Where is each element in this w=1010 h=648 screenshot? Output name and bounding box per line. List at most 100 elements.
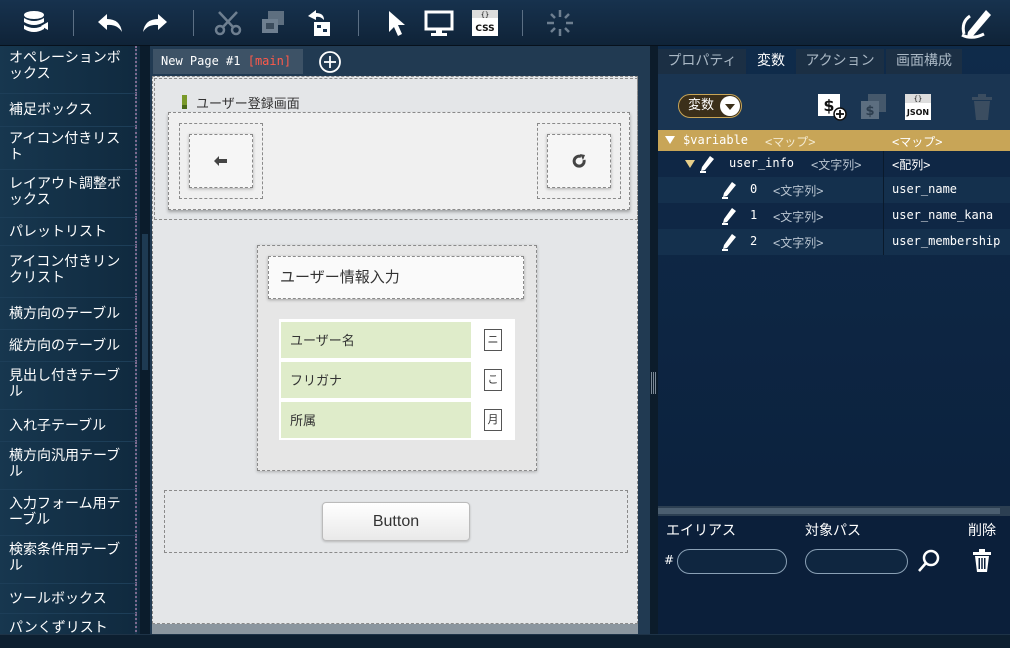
- main-toolbar: {} CSS: [0, 0, 1010, 46]
- form-region[interactable]: ユーザー情報入力 ユーザー名 ニ フリガナ こ 所属 月: [257, 245, 537, 471]
- design-canvas: New Page #1 [main] ユーザー登録画面 ユーザー情報入力 ユーザ…: [150, 46, 650, 634]
- palette-scrollbar[interactable]: [140, 46, 150, 634]
- palette-scrollbar-thumb[interactable]: [142, 234, 148, 370]
- form-input-field[interactable]: 月: [484, 409, 502, 431]
- tree-child-name: user_info: [729, 156, 795, 170]
- edit-pen-icon[interactable]: [958, 4, 994, 40]
- palette-item[interactable]: 補足ボックス: [0, 94, 137, 127]
- palette-item[interactable]: ツールボックス: [0, 584, 137, 614]
- alias-input[interactable]: [677, 549, 787, 574]
- toolbar-separator: [73, 10, 74, 36]
- splitter-grip[interactable]: [651, 372, 657, 394]
- spinner-icon[interactable]: [544, 8, 576, 38]
- toolbar-separator: [358, 10, 359, 36]
- tree-item-index: 1: [750, 208, 758, 222]
- expand-triangle-icon[interactable]: [665, 136, 675, 144]
- tab-actions[interactable]: アクション: [796, 49, 884, 74]
- panel-splitter[interactable]: [650, 46, 658, 634]
- select-arrow-icon[interactable]: [380, 8, 412, 38]
- monitor-icon[interactable]: [423, 8, 455, 38]
- variable-type-dropdown[interactable]: 変数: [678, 94, 742, 118]
- palette-item[interactable]: パンくずリスト: [0, 614, 137, 634]
- tree-item-type: <文字列>: [773, 184, 824, 198]
- reload-icon: [572, 154, 586, 168]
- json-icon[interactable]: {} JSON: [903, 92, 935, 122]
- css-icon-label: CSS: [475, 24, 494, 34]
- page-title: ユーザー登録画面: [196, 97, 300, 112]
- path-input[interactable]: [805, 549, 908, 574]
- reload-button-container: [537, 123, 621, 199]
- chevron-down-icon: [720, 96, 740, 116]
- input-form-table: ユーザー名 ニ フリガナ こ 所属 月: [279, 319, 515, 440]
- css-icon[interactable]: {} CSS: [469, 8, 501, 38]
- tree-row-root[interactable]: $variable <マップ> <マップ>: [658, 130, 1010, 151]
- palette-item[interactable]: アイコン付きリスト: [0, 127, 137, 170]
- button-region[interactable]: Button: [164, 490, 628, 553]
- tree-scrollbar-thumb[interactable]: [658, 508, 1000, 514]
- palette-item[interactable]: 見出し付きテーブル: [0, 362, 137, 410]
- variable-type-dropdown-label: 変数: [688, 98, 715, 113]
- palette-list: オペレーションボックス 補足ボックス アイコン付きリスト レイアウト調整ボックス…: [0, 46, 137, 634]
- tree-column-divider: [883, 151, 884, 255]
- tree-horizontal-scrollbar[interactable]: [658, 506, 1010, 516]
- preview-button[interactable]: Button: [322, 502, 470, 541]
- tree-item-value: user_name: [892, 182, 958, 196]
- reload-button[interactable]: [547, 134, 611, 188]
- palette-item[interactable]: 入れ子テーブル: [0, 410, 137, 442]
- delete-column-header: 削除: [968, 523, 996, 539]
- add-page-icon[interactable]: [318, 50, 342, 74]
- palette-item[interactable]: 横方向汎用テーブル: [0, 442, 137, 490]
- tree-item-type: <文字列>: [773, 236, 824, 250]
- nav-bar[interactable]: [168, 112, 630, 210]
- palette-item[interactable]: レイアウト調整ボックス: [0, 170, 137, 218]
- tree-root-value: <マップ>: [892, 135, 943, 149]
- toolbar-separator: [522, 10, 523, 36]
- tab-properties[interactable]: プロパティ: [658, 49, 746, 74]
- database-icon[interactable]: [20, 8, 52, 38]
- variable-toolbar: 変数 $ $ {} JSON: [658, 74, 1010, 130]
- tab-variables[interactable]: 変数: [748, 49, 794, 74]
- component-palette: オペレーションボックス 補足ボックス アイコン付きリスト レイアウト調整ボックス…: [0, 46, 150, 634]
- back-button[interactable]: [189, 134, 253, 188]
- palette-item[interactable]: 入力フォーム用テーブル: [0, 490, 137, 536]
- tree-item-type: <文字列>: [773, 210, 824, 224]
- palette-item[interactable]: オペレーションボックス: [0, 46, 137, 94]
- tree-row[interactable]: 0 <文字列> user_name: [658, 177, 1010, 203]
- search-icon[interactable]: [917, 549, 941, 573]
- tree-row[interactable]: 1 <文字列> user_name_kana: [658, 203, 1010, 229]
- copy-icon[interactable]: [257, 8, 289, 38]
- cut-icon[interactable]: [212, 8, 244, 38]
- status-bar: [0, 634, 1010, 648]
- form-title: ユーザー情報入力: [268, 256, 524, 299]
- page-tab-label: New Page #1: [161, 54, 241, 68]
- header-region[interactable]: ユーザー登録画面: [154, 78, 638, 220]
- add-variable-icon[interactable]: $: [816, 92, 848, 122]
- undo-icon[interactable]: [94, 8, 126, 38]
- redo-icon[interactable]: [139, 8, 171, 38]
- paste-icon[interactable]: [303, 8, 335, 38]
- pen-icon: [700, 155, 716, 176]
- form-input-field[interactable]: こ: [484, 369, 502, 391]
- trash-icon[interactable]: [968, 92, 1000, 122]
- path-column-header: 対象パス: [805, 523, 861, 539]
- tree-row[interactable]: 2 <文字列> user_membership: [658, 229, 1010, 255]
- palette-item[interactable]: パレットリスト: [0, 218, 137, 246]
- page-tab-badge: [main]: [247, 54, 292, 68]
- inspector-panel: プロパティ 変数 アクション 画面構成 変数 $ $ {} JSON $vari…: [658, 46, 1010, 634]
- page-preview: ユーザー登録画面 ユーザー情報入力 ユーザー名 ニ フリガナ こ 所属 月 Bu…: [152, 76, 638, 624]
- trash-icon[interactable]: [971, 549, 993, 573]
- palette-item[interactable]: 検索条件用テーブル: [0, 536, 137, 584]
- palette-item[interactable]: 縦方向のテーブル: [0, 330, 137, 362]
- palette-item[interactable]: 横方向のテーブル: [0, 298, 137, 330]
- canvas-scrollbar[interactable]: [152, 624, 638, 634]
- pen-icon: [722, 233, 738, 254]
- palette-item[interactable]: アイコン付きリンクリスト: [0, 246, 137, 298]
- copy-variable-icon[interactable]: $: [858, 92, 890, 122]
- expand-triangle-icon[interactable]: [685, 160, 695, 168]
- page-tab[interactable]: New Page #1 [main]: [153, 49, 303, 74]
- form-input-field[interactable]: ニ: [484, 329, 502, 351]
- pen-icon: [722, 207, 738, 228]
- tab-screen-structure[interactable]: 画面構成: [886, 49, 962, 74]
- alias-hash-label: #: [664, 553, 675, 567]
- tree-row[interactable]: user_info <文字列> <配列>: [658, 151, 1010, 177]
